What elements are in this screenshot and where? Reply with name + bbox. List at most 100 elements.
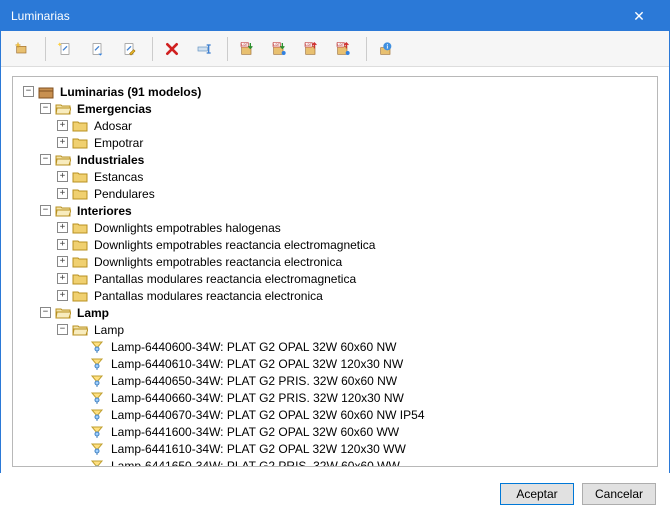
tree-group[interactable]: − Industriales: [19, 151, 651, 168]
toggle-icon[interactable]: +: [57, 171, 68, 182]
toggle-icon[interactable]: +: [57, 222, 68, 233]
tree-node-label: Downlights empotrables reactancia electr…: [92, 238, 377, 252]
lamp-icon: [89, 425, 105, 439]
toolbar-separator: [227, 37, 228, 61]
toolbar-separator: [45, 37, 46, 61]
toggle-icon[interactable]: +: [57, 137, 68, 148]
tree-item[interactable]: Lamp-6441650-34W: PLAT G2 PRIS. 32W 60x6…: [19, 457, 651, 467]
tree-node-label: Lamp: [75, 306, 111, 320]
tree-node-label: Lamp-6440660-34W: PLAT G2 PRIS. 32W 120x…: [109, 391, 406, 405]
tree-item[interactable]: Lamp-6441610-34W: PLAT G2 OPAL 32W 120x3…: [19, 440, 651, 457]
toggle-icon[interactable]: −: [40, 307, 51, 318]
toggle-icon[interactable]: +: [57, 290, 68, 301]
tree-item[interactable]: Lamp-6441600-34W: PLAT G2 OPAL 32W 60x60…: [19, 423, 651, 440]
close-icon[interactable]: ✕: [619, 1, 659, 31]
copy-item-button[interactable]: [84, 34, 114, 64]
doc-edit-icon: [121, 42, 137, 56]
ldt-down2-icon: LDT: [271, 42, 287, 56]
tree-item[interactable]: Lamp-6440660-34W: PLAT G2 PRIS. 32W 120x…: [19, 389, 651, 406]
import-1-button[interactable]: LDT: [234, 34, 264, 64]
folder-icon: [72, 221, 88, 235]
toggle-icon[interactable]: −: [23, 86, 34, 97]
sparkle-icon: [14, 42, 30, 56]
lamp-icon: [89, 357, 105, 371]
tree-node-label: Downlights empotrables reactancia electr…: [92, 255, 344, 269]
tree-folder[interactable]: +Downlights empotrables halogenas: [19, 219, 651, 236]
new-button[interactable]: [9, 34, 39, 64]
toggle-icon[interactable]: +: [57, 239, 68, 250]
folder-icon: [72, 170, 88, 184]
tree-node-label: Lamp-6440670-34W: PLAT G2 OPAL 32W 60x60…: [109, 408, 427, 422]
tree-item[interactable]: Lamp-6440610-34W: PLAT G2 OPAL 32W 120x3…: [19, 355, 651, 372]
folder-icon: [72, 238, 88, 252]
window-title: Luminarias: [11, 9, 619, 23]
tree-item[interactable]: Lamp-6440650-34W: PLAT G2 PRIS. 32W 60x6…: [19, 372, 651, 389]
toolbar-separator: [366, 37, 367, 61]
folder-open-icon: [55, 102, 71, 116]
tree-view[interactable]: −Luminarias (91 modelos)−Emergencias+Ado…: [12, 76, 658, 467]
toggle-icon[interactable]: −: [57, 324, 68, 335]
svg-text:LDT: LDT: [305, 43, 311, 47]
new-item-button[interactable]: [52, 34, 82, 64]
tree-node-label: Lamp-6441650-34W: PLAT G2 PRIS. 32W 60x6…: [109, 459, 402, 468]
dialog-buttons: Aceptar Cancelar: [0, 473, 670, 515]
tree-folder[interactable]: + Pantallas modulares reactancia electrom…: [19, 270, 651, 287]
svg-text:LDT: LDT: [337, 43, 343, 47]
tree-folder[interactable]: + Estancas: [19, 168, 651, 185]
tree-folder[interactable]: + Adosar: [19, 117, 651, 134]
folder-open-icon: [55, 306, 71, 320]
tree-node-label: Pantallas modulares reactancia electroma…: [92, 272, 358, 286]
lamp-icon: [89, 459, 105, 468]
toggle-spacer: [74, 460, 85, 467]
tree-node-label: Industriales: [75, 153, 146, 167]
toolbar-separator: [152, 37, 153, 61]
tree-folder[interactable]: −Lamp: [19, 321, 651, 338]
tree-folder[interactable]: + Pantallas modulares reactancia electron…: [19, 287, 651, 304]
tree-folder[interactable]: +Empotrar: [19, 134, 651, 151]
toggle-icon[interactable]: +: [57, 188, 68, 199]
tree-group[interactable]: − Lamp: [19, 304, 651, 321]
lamp-icon: [89, 340, 105, 354]
tree-root[interactable]: − Luminarias (91 modelos): [19, 83, 651, 100]
cancel-button[interactable]: Cancelar: [582, 483, 656, 505]
tree-node-label: Luminarias (91 modelos): [58, 85, 203, 99]
tree-folder[interactable]: + Pendulares: [19, 185, 651, 202]
svg-text:LDT: LDT: [273, 43, 279, 47]
toggle-spacer: [74, 375, 85, 386]
export-1-button[interactable]: LDT: [298, 34, 328, 64]
toggle-spacer: [74, 443, 85, 454]
info-button[interactable]: i: [373, 34, 403, 64]
tree-item[interactable]: Lamp-6440600-34W: PLAT G2 OPAL 32W 60x60…: [19, 338, 651, 355]
toggle-spacer: [74, 426, 85, 437]
delete-button[interactable]: [159, 34, 189, 64]
lamp-icon: [89, 391, 105, 405]
toggle-icon[interactable]: +: [57, 273, 68, 284]
toggle-icon[interactable]: +: [57, 120, 68, 131]
tree-node-label: Pantallas modulares reactancia electroni…: [92, 289, 325, 303]
toggle-icon[interactable]: −: [40, 103, 51, 114]
folder-icon: [72, 289, 88, 303]
rename-button[interactable]: [191, 34, 221, 64]
tree-node-label: Estancas: [92, 170, 145, 184]
title-bar: Luminarias ✕: [1, 1, 669, 31]
tree-group[interactable]: −Emergencias: [19, 100, 651, 117]
tree-item[interactable]: Lamp-6440670-34W: PLAT G2 OPAL 32W 60x60…: [19, 406, 651, 423]
accept-button[interactable]: Aceptar: [500, 483, 574, 505]
rename-icon: [196, 42, 212, 56]
export-2-button[interactable]: LDT: [330, 34, 360, 64]
import-2-button[interactable]: LDT: [266, 34, 296, 64]
doc-arrow-icon: [89, 42, 105, 56]
tree-node-label: Pendulares: [92, 187, 157, 201]
tree-folder[interactable]: + Downlights empotrables reactancia elect…: [19, 236, 651, 253]
toggle-icon[interactable]: +: [57, 256, 68, 267]
toggle-icon[interactable]: −: [40, 205, 51, 216]
ldt-up2-icon: LDT: [335, 42, 351, 56]
tree-group[interactable]: −Interiores: [19, 202, 651, 219]
toggle-spacer: [74, 341, 85, 352]
tree-node-label: Lamp-6440610-34W: PLAT G2 OPAL 32W 120x3…: [109, 357, 405, 371]
edit-item-button[interactable]: [116, 34, 146, 64]
folder-open-icon: [55, 153, 71, 167]
tree-node-label: Adosar: [92, 119, 134, 133]
tree-folder[interactable]: + Downlights empotrables reactancia elect…: [19, 253, 651, 270]
toggle-icon[interactable]: −: [40, 154, 51, 165]
